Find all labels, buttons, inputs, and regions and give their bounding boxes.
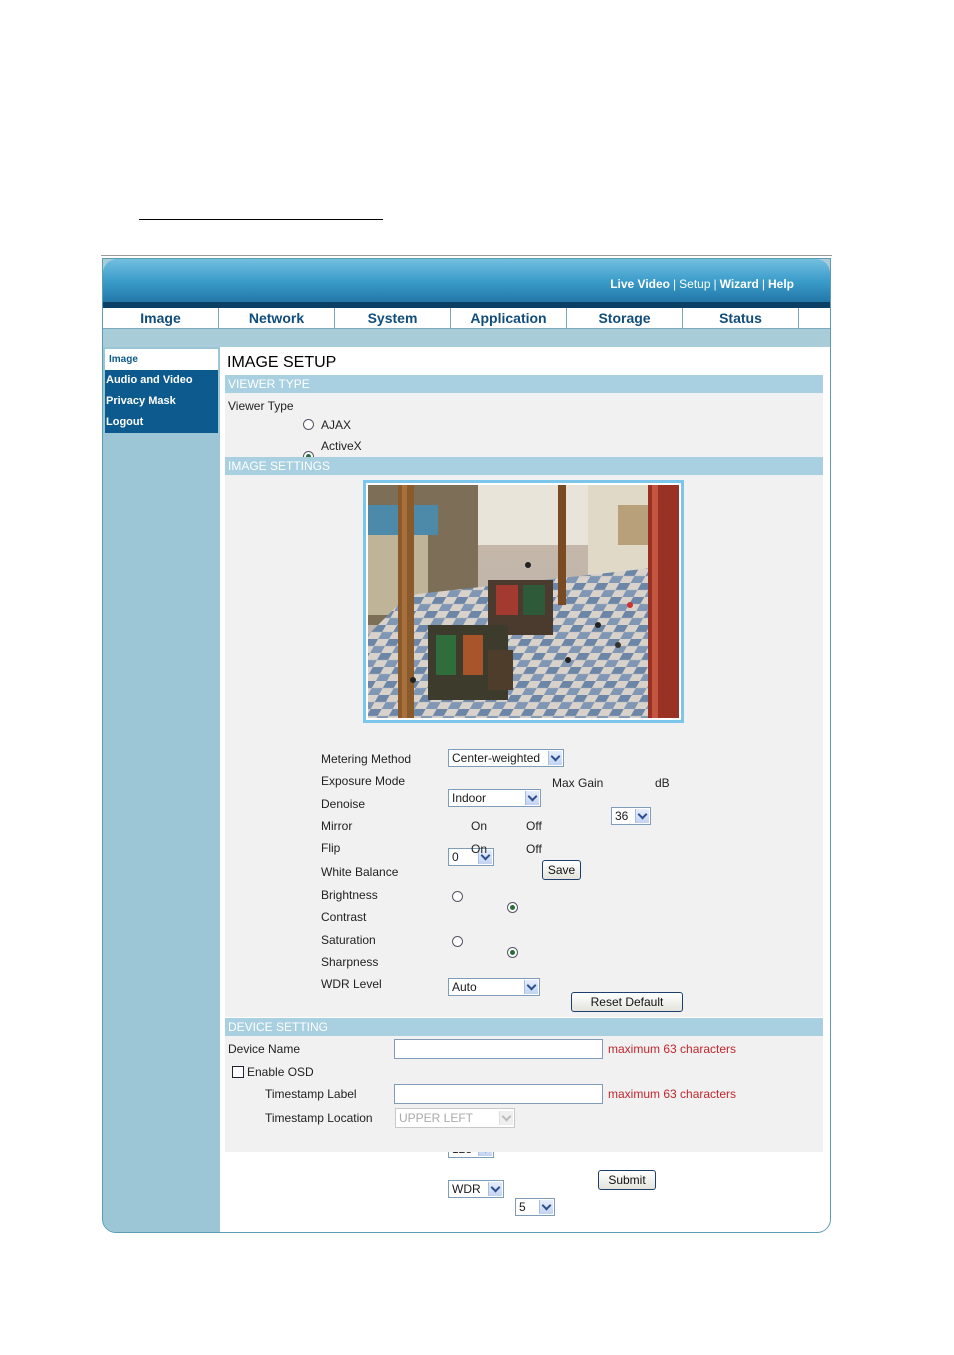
brightness-label: Brightness: [321, 888, 378, 902]
max-gain-select[interactable]: 36: [611, 807, 651, 825]
main-tabs: Image Network System Application Storage…: [103, 308, 830, 329]
sidebar-item-logout[interactable]: Logout: [105, 412, 218, 433]
max-gain-unit: dB: [655, 776, 670, 790]
help-link[interactable]: Help: [768, 277, 794, 291]
tab-network[interactable]: Network: [219, 308, 335, 328]
wdr-level-value: 5: [519, 1200, 526, 1214]
white-balance-value: Auto: [452, 980, 477, 994]
white-balance-select[interactable]: Auto: [448, 978, 540, 996]
enable-osd-checkbox[interactable]: [232, 1066, 244, 1078]
timestamp-label-input[interactable]: [394, 1084, 603, 1104]
chevron-down-icon: [525, 791, 539, 805]
metering-method-value: Center-weighted: [452, 751, 541, 765]
timestamp-label-label: Timestamp Label: [265, 1087, 357, 1101]
device-name-label: Device Name: [228, 1042, 301, 1056]
viewer-panel: Viewer Type AJAX ActiveX: [225, 393, 823, 462]
denoise-value: 0: [452, 850, 459, 864]
image-settings-panel: Metering Method Center-weighted Exposure…: [225, 475, 823, 1216]
wdr-mode-value: WDR: [452, 1182, 481, 1196]
denoise-label: Denoise: [321, 797, 366, 811]
contrast-label: Contrast: [321, 910, 367, 924]
tab-status[interactable]: Status: [683, 308, 799, 328]
sidebar-item-image[interactable]: Image: [105, 349, 218, 370]
chevron-down-icon: [524, 980, 538, 994]
tab-image[interactable]: Image: [103, 308, 219, 328]
sidebar-column: [103, 347, 220, 1232]
section-image-settings: IMAGE SETTINGS: [225, 457, 823, 475]
flip-off-radio[interactable]: [507, 947, 518, 958]
saturation-label: Saturation: [321, 933, 376, 947]
link-separator: |: [761, 277, 765, 291]
flip-off-label: Off: [526, 842, 542, 856]
reset-default-button[interactable]: Reset Default: [571, 992, 683, 1012]
camera-web-ui: Live Video | Setup | Wizard | Help Image Netwo…: [102, 258, 831, 1233]
sidebar-item-privacy-mask[interactable]: Privacy Mask: [105, 391, 218, 412]
timestamp-location-label: Timestamp Location: [265, 1111, 373, 1125]
sidebar-item-audio-video[interactable]: Audio and Video: [105, 370, 218, 391]
ajax-radio[interactable]: [303, 419, 314, 430]
device-name-hint: maximum 63 characters: [608, 1042, 737, 1056]
tab-application[interactable]: Application: [451, 308, 567, 328]
save-button[interactable]: Save: [542, 860, 581, 880]
mirror-label: Mirror: [321, 819, 353, 833]
wizard-link[interactable]: Wizard: [720, 277, 759, 291]
sub-bar: [103, 329, 830, 347]
flip-on-radio[interactable]: [452, 936, 463, 947]
link-separator: |: [713, 277, 717, 291]
sidebar-menu: Image Audio and Video Privacy Mask Logou…: [105, 349, 218, 433]
document-divider: [101, 255, 832, 256]
main-content: IMAGE SETUP VIEWER TYPE Viewer Type AJAX…: [220, 347, 830, 1232]
white-balance-label: White Balance: [321, 865, 399, 879]
section-device-setting: DEVICE SETTING: [225, 1018, 823, 1036]
exposure-mode-label: Exposure Mode: [321, 774, 406, 788]
chevron-down-icon: [499, 1111, 513, 1125]
viewer-type-label: Viewer Type: [228, 399, 294, 413]
ajax-label: AJAX: [321, 418, 352, 432]
enable-osd-label: Enable OSD: [247, 1065, 314, 1079]
link-separator: |: [673, 277, 677, 291]
mirror-off-radio[interactable]: [507, 902, 518, 913]
submit-button[interactable]: Submit: [598, 1170, 656, 1190]
tab-system[interactable]: System: [335, 308, 451, 328]
wdr-mode-select[interactable]: WDR: [448, 1180, 504, 1198]
chevron-down-icon: [539, 1200, 553, 1214]
document-rule: [139, 219, 383, 220]
timestamp-location-value: UPPER LEFT: [399, 1111, 474, 1125]
wdr-level-select[interactable]: 5: [515, 1198, 555, 1216]
sharpness-label: Sharpness: [321, 955, 379, 969]
exposure-mode-value: Indoor: [452, 791, 487, 805]
flip-label: Flip: [321, 841, 341, 855]
timestamp-location-select[interactable]: UPPER LEFT: [395, 1108, 515, 1128]
setup-link[interactable]: Setup: [679, 277, 710, 291]
mall-camera-image: [368, 485, 679, 718]
section-viewer-type: VIEWER TYPE: [225, 375, 823, 393]
metering-method-select[interactable]: Center-weighted: [448, 749, 564, 767]
max-gain-label: Max Gain: [552, 776, 604, 790]
device-panel: Device Name maximum 63 characters Enable…: [225, 1036, 823, 1152]
wdr-level-label: WDR Level: [321, 977, 382, 991]
top-links: Live Video | Setup | Wizard | Help: [610, 277, 794, 291]
timestamp-label-hint: maximum 63 characters: [608, 1087, 737, 1101]
chevron-down-icon: [548, 751, 562, 765]
max-gain-value: 36: [615, 809, 629, 823]
chevron-down-icon: [488, 1182, 502, 1196]
page-title: IMAGE SETUP: [227, 354, 337, 371]
mirror-on-label: On: [471, 819, 488, 833]
metering-method-label: Metering Method: [321, 752, 412, 766]
activex-label: ActiveX: [321, 439, 362, 453]
tab-storage[interactable]: Storage: [567, 308, 683, 328]
mirror-off-label: Off: [526, 819, 542, 833]
chevron-down-icon: [635, 809, 649, 823]
live-video-link[interactable]: Live Video: [610, 277, 670, 291]
mirror-on-radio[interactable]: [452, 891, 463, 902]
flip-on-label: On: [471, 842, 488, 856]
device-name-input[interactable]: [394, 1039, 603, 1059]
video-preview: [363, 480, 684, 723]
exposure-mode-select[interactable]: Indoor: [448, 789, 541, 807]
